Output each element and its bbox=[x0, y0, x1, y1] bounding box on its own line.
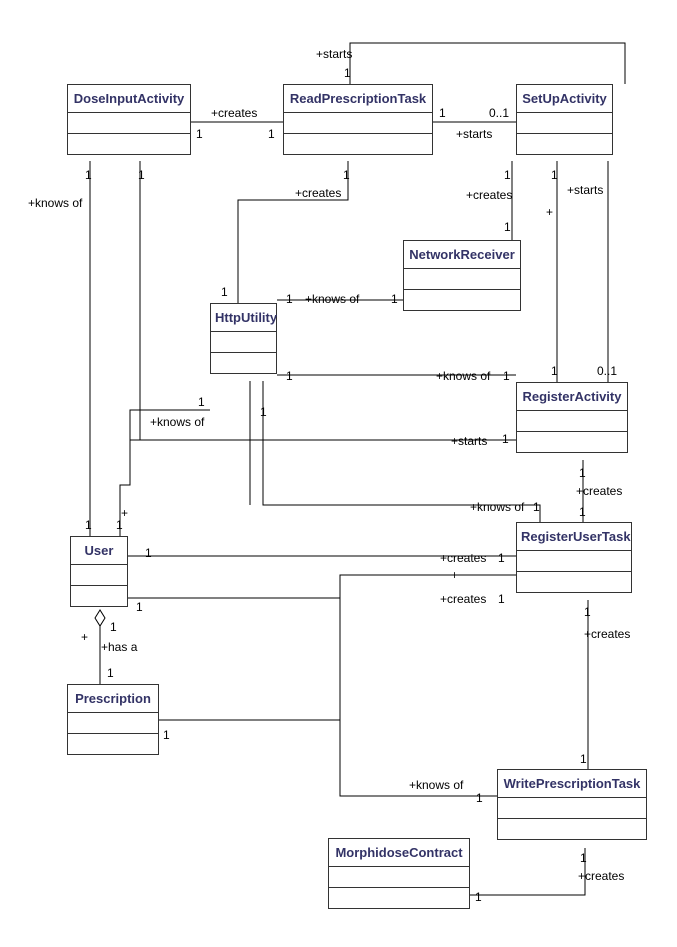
label-mult: 1 bbox=[475, 890, 482, 904]
label-knows-of: +knows of bbox=[28, 196, 82, 210]
label-plus: + bbox=[546, 205, 553, 219]
label-creates: +creates bbox=[466, 188, 512, 202]
label-mult: 1 bbox=[286, 369, 293, 383]
label-mult: 1 bbox=[584, 605, 591, 619]
class-prescription: Prescription bbox=[67, 684, 159, 755]
label-mult: 1 bbox=[221, 285, 228, 299]
label-starts: +starts bbox=[456, 127, 492, 141]
label-mult: 1 bbox=[551, 364, 558, 378]
label-mult: 1 bbox=[343, 168, 350, 182]
class-network-receiver: NetworkReceiver bbox=[403, 240, 521, 311]
label-mult: 1 bbox=[196, 127, 203, 141]
label-starts: +starts bbox=[451, 434, 487, 448]
label-plus: + bbox=[451, 568, 458, 582]
label-creates: +creates bbox=[576, 484, 622, 498]
class-dose-input-activity: DoseInputActivity bbox=[67, 84, 191, 155]
label-mult: 1 bbox=[498, 551, 505, 565]
label-mult: 1 bbox=[286, 292, 293, 306]
label-mult: 1 bbox=[439, 106, 446, 120]
label-mult: 1 bbox=[476, 791, 483, 805]
label-mult: 1 bbox=[136, 600, 143, 614]
class-title: MorphidoseContract bbox=[329, 839, 469, 867]
class-title: ReadPrescriptionTask bbox=[284, 85, 432, 113]
label-mult: 1 bbox=[504, 220, 511, 234]
class-user: User bbox=[70, 536, 128, 607]
label-mult: 1 bbox=[580, 752, 587, 766]
class-set-up-activity: SetUpActivity bbox=[516, 84, 613, 155]
label-starts: +starts bbox=[567, 183, 603, 197]
class-title: DoseInputActivity bbox=[68, 85, 190, 113]
label-mult: 1 bbox=[344, 66, 351, 80]
class-write-prescription-task: WritePrescriptionTask bbox=[497, 769, 647, 840]
label-plus: + bbox=[81, 630, 88, 644]
label-creates: +creates bbox=[295, 186, 341, 200]
label-knows-of: +knows of bbox=[409, 778, 463, 792]
label-mult: 1 bbox=[502, 432, 509, 446]
label-creates: +creates bbox=[578, 869, 624, 883]
label-mult: 1 bbox=[145, 546, 152, 560]
label-mult: 1 bbox=[268, 127, 275, 141]
label-mult: 1 bbox=[533, 500, 540, 514]
class-http-utility: HttpUtility bbox=[210, 303, 277, 374]
label-mult: 1 bbox=[85, 518, 92, 532]
class-title: RegisterActivity bbox=[517, 383, 627, 411]
label-mult: 1 bbox=[198, 395, 205, 409]
label-mult: 1 bbox=[498, 592, 505, 606]
class-read-prescription-task: ReadPrescriptionTask bbox=[283, 84, 433, 155]
label-knows-of: +knows of bbox=[436, 369, 490, 383]
label-creates: +creates bbox=[440, 551, 486, 565]
label-has-a: +has a bbox=[101, 640, 137, 654]
label-creates: +creates bbox=[211, 106, 257, 120]
label-mult: 1 bbox=[579, 505, 586, 519]
label-creates: +creates bbox=[584, 627, 630, 641]
class-morphidose-contract: MorphidoseContract bbox=[328, 838, 470, 909]
label-mult: 1 bbox=[551, 168, 558, 182]
label-mult: 1 bbox=[138, 168, 145, 182]
class-title: WritePrescriptionTask bbox=[498, 770, 646, 798]
class-title: RegisterUserTask bbox=[517, 523, 631, 551]
label-mult: 1 bbox=[163, 728, 170, 742]
class-title: HttpUtility bbox=[211, 304, 276, 332]
class-register-activity: RegisterActivity bbox=[516, 382, 628, 453]
label-mult: 1 bbox=[107, 666, 114, 680]
label-mult: 1 bbox=[503, 369, 510, 383]
label-mult: 1 bbox=[116, 518, 123, 532]
class-title: Prescription bbox=[68, 685, 158, 713]
label-mult: 1 bbox=[579, 466, 586, 480]
class-title: NetworkReceiver bbox=[404, 241, 520, 269]
label-mult: 1 bbox=[260, 405, 267, 419]
label-mult: 1 bbox=[85, 168, 92, 182]
label-mult: 0..1 bbox=[489, 106, 509, 120]
label-knows-of: +knows of bbox=[470, 500, 524, 514]
label-mult: 1 bbox=[504, 168, 511, 182]
label-mult: 1 bbox=[110, 620, 117, 634]
class-title: User bbox=[71, 537, 127, 565]
label-knows-of: +knows of bbox=[150, 415, 204, 429]
label-mult: 0..1 bbox=[597, 364, 617, 378]
label-mult: 1 bbox=[580, 851, 587, 865]
label-creates: +creates bbox=[440, 592, 486, 606]
label-mult: 1 bbox=[391, 292, 398, 306]
class-register-user-task: RegisterUserTask bbox=[516, 522, 632, 593]
label-knows-of: +knows of bbox=[305, 292, 359, 306]
class-title: SetUpActivity bbox=[517, 85, 612, 113]
label-starts: +starts bbox=[316, 47, 352, 61]
